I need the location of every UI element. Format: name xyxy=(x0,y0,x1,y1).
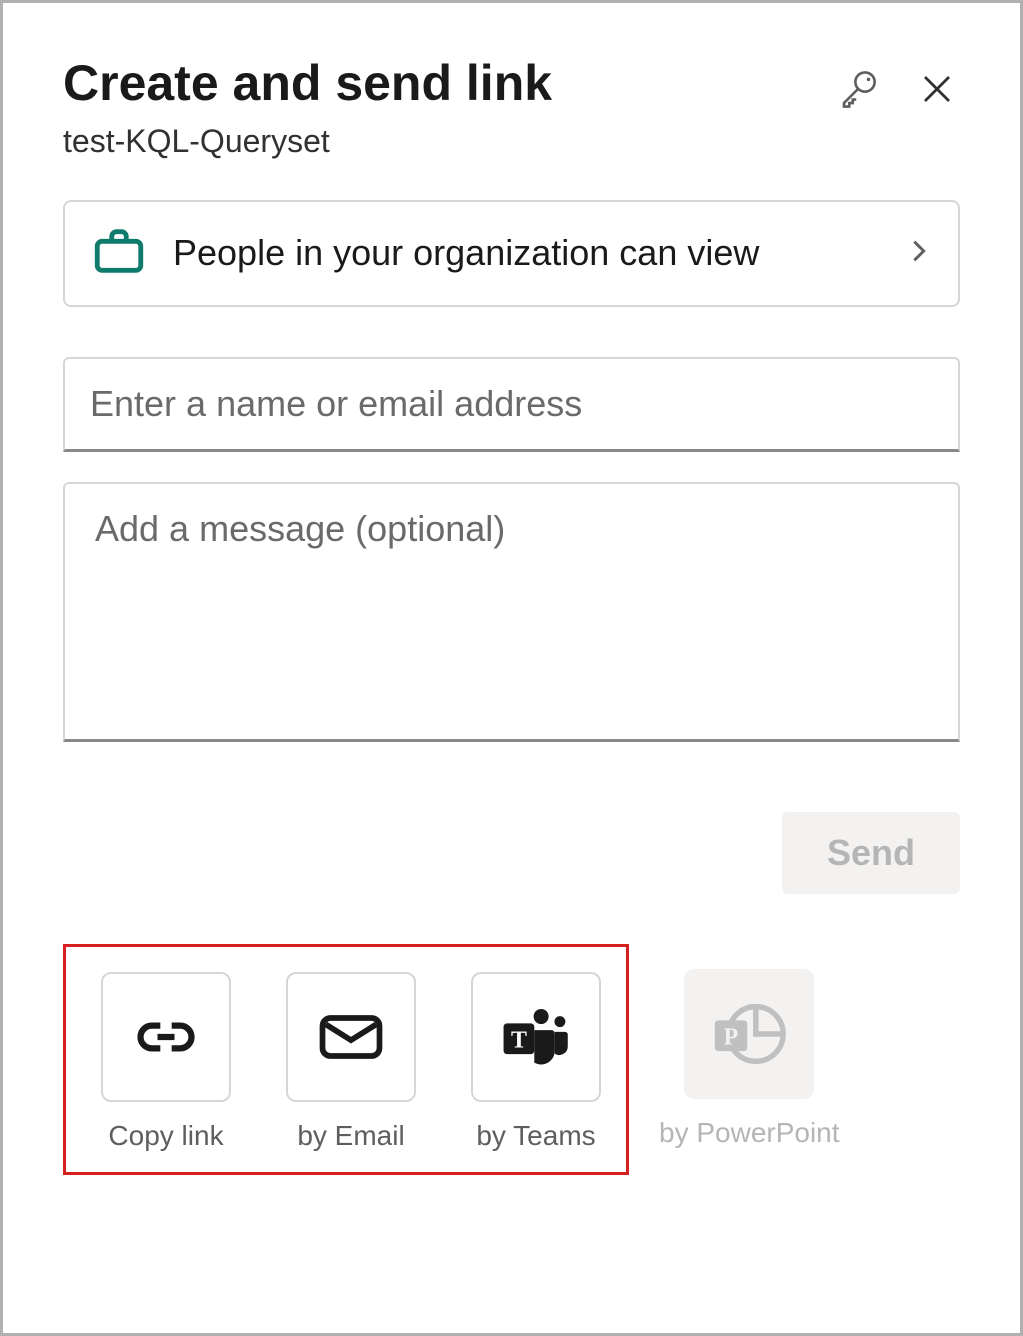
send-button[interactable]: Send xyxy=(782,812,960,894)
header-text-block: Create and send link test-KQL-Queryset xyxy=(63,53,832,160)
key-icon xyxy=(837,68,879,110)
email-icon-box xyxy=(286,972,416,1102)
copy-link-option[interactable]: Copy link xyxy=(101,972,231,1152)
powerpoint-icon-box: P xyxy=(684,969,814,1099)
by-email-label: by Email xyxy=(297,1120,404,1152)
permission-text: People in your organization can view xyxy=(173,228,880,278)
link-icon xyxy=(132,1003,200,1071)
by-teams-label: by Teams xyxy=(476,1120,595,1152)
header-icons xyxy=(832,63,960,118)
copy-link-icon-box xyxy=(101,972,231,1102)
briefcase-icon xyxy=(90,222,148,285)
key-button[interactable] xyxy=(832,63,884,118)
recipient-input[interactable] xyxy=(63,357,960,452)
teams-icon: T xyxy=(495,996,577,1078)
email-icon xyxy=(313,999,389,1075)
send-row: Send xyxy=(63,812,960,894)
svg-text:T: T xyxy=(511,1027,527,1053)
message-input[interactable] xyxy=(63,482,960,742)
close-button[interactable] xyxy=(914,66,960,115)
svg-text:P: P xyxy=(724,1024,739,1050)
teams-icon-box: T xyxy=(471,972,601,1102)
dialog-header: Create and send link test-KQL-Queryset xyxy=(63,53,960,160)
chevron-right-icon xyxy=(905,237,933,270)
close-icon xyxy=(919,71,955,107)
powerpoint-icon: P xyxy=(708,993,790,1075)
highlight-box: Copy link by Email T xyxy=(63,944,629,1175)
dialog-title: Create and send link xyxy=(63,53,832,113)
by-powerpoint-option[interactable]: P by PowerPoint xyxy=(659,944,840,1149)
copy-link-label: Copy link xyxy=(108,1120,223,1152)
by-email-option[interactable]: by Email xyxy=(286,972,416,1152)
dialog-subtitle: test-KQL-Queryset xyxy=(63,123,832,160)
by-powerpoint-label: by PowerPoint xyxy=(659,1117,840,1149)
by-teams-option[interactable]: T by Teams xyxy=(471,972,601,1152)
permission-selector[interactable]: People in your organization can view xyxy=(63,200,960,307)
share-options-row: Copy link by Email T xyxy=(63,944,960,1175)
